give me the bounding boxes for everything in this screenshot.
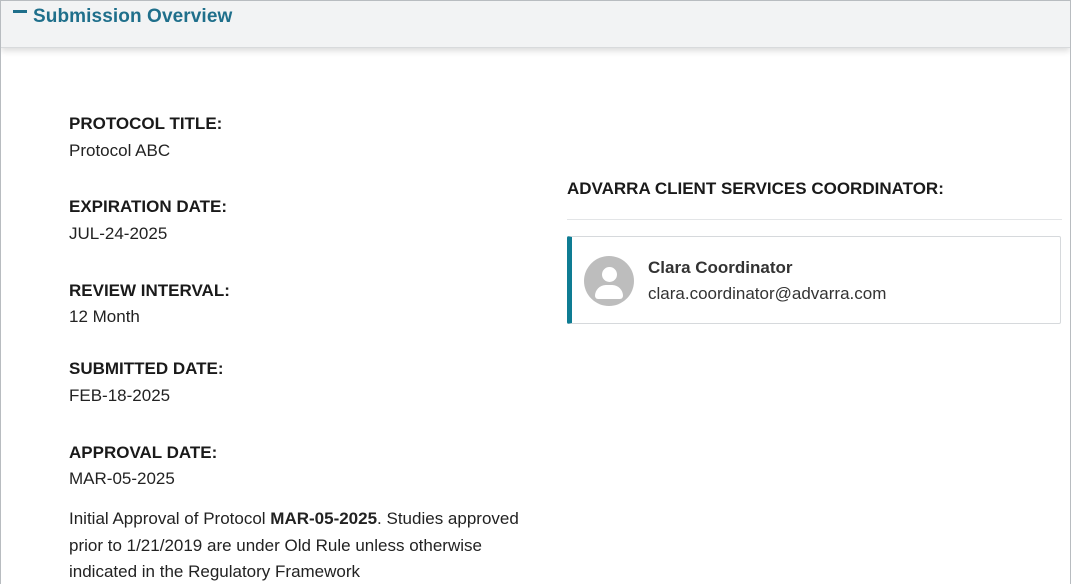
expiration-date-value: JUL-24-2025: [69, 224, 168, 243]
coordinator-card: Clara Coordinator clara.coordinator@adva…: [567, 236, 1061, 324]
coordinator-heading: ADVARRA CLIENT SERVICES COORDINATOR:: [567, 179, 944, 198]
approval-note-date: MAR-05-2025: [270, 509, 378, 528]
divider: [567, 219, 1062, 220]
approval-note: Initial Approval of Protocol MAR-05-2025…: [69, 506, 549, 584]
coordinator-email[interactable]: clara.coordinator@advarra.com: [648, 284, 886, 304]
protocol-title-label: PROTOCOL TITLE:: [69, 114, 223, 133]
minus-icon[interactable]: [13, 10, 27, 13]
coordinator-name: Clara Coordinator: [648, 258, 793, 277]
review-interval-label: REVIEW INTERVAL:: [69, 281, 230, 300]
panel-header[interactable]: Submission Overview: [1, 1, 1070, 48]
panel-title[interactable]: Submission Overview: [33, 6, 232, 28]
review-interval-value: 12 Month: [69, 307, 140, 326]
submission-overview-panel: Submission Overview PROTOCOL TITLE: Prot…: [0, 0, 1071, 584]
approval-date-label: APPROVAL DATE:: [69, 443, 218, 462]
user-avatar-icon: [584, 256, 634, 306]
submitted-date-label: SUBMITTED DATE:: [69, 359, 224, 378]
expiration-date-label: EXPIRATION DATE:: [69, 197, 228, 216]
approval-date-value: MAR-05-2025: [69, 469, 175, 488]
submitted-date-value: FEB-18-2025: [69, 386, 171, 405]
protocol-title-value: Protocol ABC: [69, 141, 171, 160]
approval-note-prefix: Initial Approval of Protocol: [69, 509, 271, 528]
